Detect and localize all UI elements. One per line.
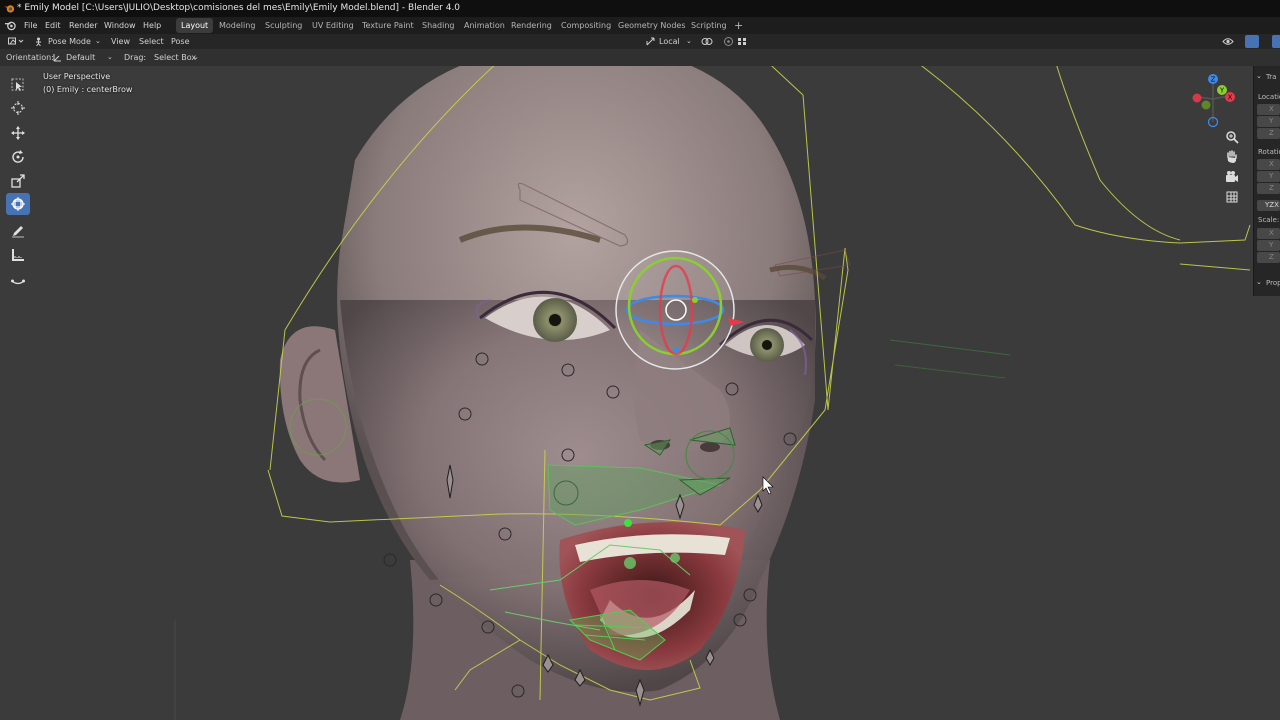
gizmo-y-label: Y <box>1219 87 1225 95</box>
overlay-toggle-button[interactable] <box>1272 35 1280 48</box>
rotation-mode-selector[interactable]: YZX <box>1257 200 1280 211</box>
scale-tool[interactable] <box>6 170 30 192</box>
gizmo-z-label: Z <box>1211 76 1216 84</box>
tab-scripting[interactable]: Scripting <box>686 18 732 33</box>
blender-logo-icon <box>4 5 15 13</box>
sidebar-transform-panel: ⌄ Tra Locatio X Y Z Rotatio X Y Z YZX Sc… <box>1253 66 1280 296</box>
select-box-tool[interactable] <box>6 74 30 96</box>
menu-pose[interactable]: Pose <box>171 34 190 49</box>
visibility-icon[interactable] <box>1222 37 1234 46</box>
scale-z-field[interactable]: Z <box>1257 252 1280 263</box>
perspective-toggle-icon[interactable] <box>1225 190 1239 204</box>
transform-icon <box>11 197 25 211</box>
scale-y-field[interactable]: Y <box>1257 240 1280 251</box>
rotation-x-field[interactable]: X <box>1257 159 1280 170</box>
scale-icon <box>11 174 25 188</box>
menu-help[interactable]: Help <box>143 17 161 34</box>
tab-texture-paint[interactable]: Texture Paint <box>357 18 419 33</box>
menu-select[interactable]: Select <box>139 34 164 49</box>
chevron-down-icon: ⌄ <box>193 53 199 61</box>
pose-mode-icon <box>36 37 41 46</box>
window-titlebar: * Emily Model [C:\Users\JULIO\Desktop\co… <box>0 0 1280 17</box>
chevron-down-icon: ⌄ <box>107 53 113 61</box>
menu-window[interactable]: Window <box>104 17 136 34</box>
zoom-icon[interactable] <box>1225 130 1239 144</box>
tool-settings-bar: Orientation: Default ⌄ Drag: Select Box … <box>0 49 1280 66</box>
pencil-icon <box>12 226 24 238</box>
transform-header[interactable]: Tra <box>1266 73 1276 81</box>
rotate-icon <box>12 150 24 163</box>
bone-size-tool[interactable] <box>6 270 30 292</box>
tab-sculpting[interactable]: Sculpting <box>260 18 307 33</box>
menu-view[interactable]: View <box>111 34 130 49</box>
location-y-field[interactable]: Y <box>1257 116 1280 127</box>
move-tool[interactable] <box>6 122 30 144</box>
rotation-label: Rotatio <box>1258 148 1280 156</box>
move-arrows-icon <box>11 126 25 140</box>
drag-selector[interactable]: Select Box <box>154 49 196 66</box>
tab-modeling[interactable]: Modeling <box>214 18 260 33</box>
add-workspace-button[interactable]: + <box>729 18 748 33</box>
rotation-y-field[interactable]: Y <box>1257 171 1280 182</box>
location-label: Locatio <box>1258 93 1280 101</box>
tab-layout[interactable]: Layout <box>176 18 214 33</box>
tab-animation[interactable]: Animation <box>459 18 510 33</box>
orientation-label: Orientation: <box>6 53 54 62</box>
transform-orientation-icon <box>646 37 655 46</box>
chevron-down-icon: ⌄ <box>1256 278 1262 286</box>
chevron-down-icon: ⌄ <box>1256 72 1262 80</box>
location-z-field[interactable]: Z <box>1257 128 1280 139</box>
location-x-field[interactable]: X <box>1257 104 1280 115</box>
3d-viewport[interactable]: User Perspective (0) Emily : centerBrow … <box>0 66 1280 720</box>
active-object-label: (0) Emily : centerBrow <box>43 85 133 94</box>
tab-rendering[interactable]: Rendering <box>506 18 557 33</box>
menu-file[interactable]: File <box>24 17 37 34</box>
menu-edit[interactable]: Edit <box>45 17 61 34</box>
transform-tool[interactable] <box>6 193 30 215</box>
viewport-header: Pose Mode ⌄ View Select Pose Local ⌄ <box>0 34 1280 49</box>
gizmo-x-label: X <box>1228 94 1233 102</box>
scale-x-field[interactable]: X <box>1257 228 1280 239</box>
measure-tool[interactable] <box>6 244 30 266</box>
viewport-scene <box>0 66 1280 720</box>
perspective-label: User Perspective <box>43 72 111 81</box>
tab-geometry-nodes[interactable]: Geometry Nodes <box>613 18 690 33</box>
tab-shading[interactable]: Shading <box>417 18 460 33</box>
tab-compositing[interactable]: Compositing <box>556 18 616 33</box>
ruler-icon <box>12 249 24 261</box>
pivot-point-icon[interactable] <box>701 37 713 46</box>
rotate-tool[interactable] <box>6 146 30 168</box>
pan-hand-icon[interactable] <box>1225 150 1239 164</box>
drag-label: Drag: <box>124 53 147 62</box>
orientation-selector[interactable]: Default <box>66 49 95 66</box>
window-title: * Emily Model [C:\Users\JULIO\Desktop\co… <box>17 3 461 13</box>
annotate-tool[interactable] <box>6 220 30 242</box>
mode-selector[interactable]: Pose Mode <box>48 34 91 49</box>
editor-type-icon[interactable] <box>8 37 24 46</box>
chevron-down-icon: ⌄ <box>686 37 692 45</box>
menu-render[interactable]: Render <box>69 17 97 34</box>
camera-view-icon[interactable] <box>1225 170 1239 184</box>
properties-header[interactable]: Prop <box>1266 279 1280 287</box>
transform-orientation-selector[interactable]: Local <box>659 34 680 49</box>
snap-icon[interactable] <box>723 36 734 47</box>
blender-menu-icon[interactable] <box>5 20 16 31</box>
3d-cursor-icon <box>11 101 25 115</box>
orientation-icon <box>53 54 61 62</box>
navigation-gizmo[interactable]: Z X Y <box>1186 74 1240 130</box>
cursor-tool[interactable] <box>6 97 30 119</box>
tab-uv-editing[interactable]: UV Editing <box>307 18 359 33</box>
top-menubar: File Edit Render Window Help Layout Mode… <box>0 17 1280 34</box>
gizmo-toggle-button[interactable] <box>1245 35 1259 48</box>
chevron-down-icon: ⌄ <box>95 37 101 45</box>
rotation-z-field[interactable]: Z <box>1257 183 1280 194</box>
scale-label: Scale: <box>1258 216 1280 224</box>
cursor-select-icon <box>11 78 24 91</box>
bone-envelope-icon <box>11 279 25 285</box>
snap-target-icon[interactable] <box>737 37 747 46</box>
